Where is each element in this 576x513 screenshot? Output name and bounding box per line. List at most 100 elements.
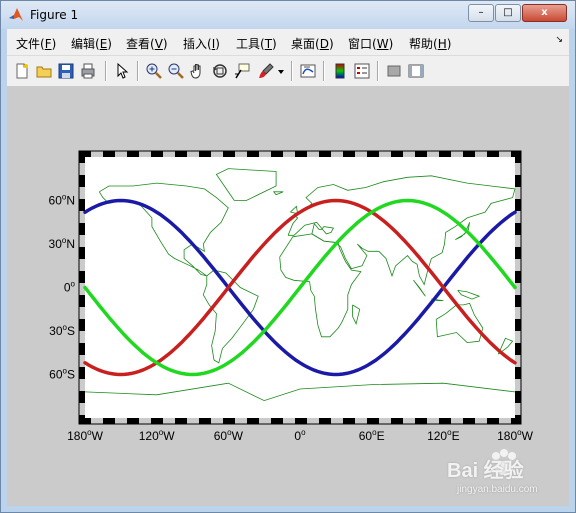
frame-dash [271,418,283,424]
menu-edit[interactable]: 编辑(E) [71,35,112,52]
frame-dash [247,418,259,424]
y-tick-label: 60oS [49,367,75,382]
frame-dash [103,418,115,424]
maximize-button[interactable]: □ [495,4,521,22]
x-tick-label: 180oW [67,428,103,443]
frame-dash [515,247,521,259]
hide-plot-tools-icon[interactable] [385,62,403,80]
frame-dash [79,199,85,211]
frame-dash [199,151,211,157]
toolbar-separator [105,61,107,81]
frame-dash [391,418,403,424]
zoom-out-icon[interactable] [167,62,185,80]
frame-dash [247,151,259,157]
edit-plot-arrow-icon[interactable] [113,62,131,80]
brush-dropdown-icon[interactable] [277,62,285,80]
frame-dash [439,151,451,157]
frame-dash [343,151,355,157]
frame-dash [515,295,521,307]
menu-desktop[interactable]: 桌面(D) [291,35,334,52]
menu-file[interactable]: 文件(F) [16,35,56,52]
pan-hand-icon[interactable] [189,62,207,80]
frame-dash [487,418,499,424]
frame-dash [79,223,85,235]
frame-dash [515,367,521,379]
title-bar[interactable]: Figure 1 – □ x [1,1,575,29]
frame-dash [79,343,85,355]
frame-dash [151,418,163,424]
frame-dash [79,319,85,331]
toolbar-separator [137,61,139,81]
legend-icon[interactable] [353,62,371,80]
frame-dash [487,151,499,157]
x-tick-labels: 180oW 120oW 60oW 0o 60oE 120oE 180oW [67,428,533,443]
frame-dash [271,151,283,157]
toolbar-separator [377,61,379,81]
world-map-plot[interactable]: 180oW 120oW 60oW 0o 60oE 120oE 180oW 60oN 30oN 0… [7,86,569,506]
watermark-url: jingyan.baidu.com [457,484,538,495]
toolbar-separator [291,61,293,81]
menu-insert[interactable]: 插入(I) [183,35,220,52]
frame-dash [127,151,139,157]
frame-dash [79,415,85,424]
frame-dash [79,367,85,379]
y-tick-label: 60oN [49,193,75,208]
figure-canvas: 180oW 120oW 60oW 0o 60oE 120oE 180oW 60oN 30oN 0… [7,86,569,506]
frame-dash [319,151,331,157]
frame-dash [199,418,211,424]
data-cursor-icon[interactable] [233,62,251,80]
frame-dash [79,271,85,283]
frame-dash [79,391,85,403]
zoom-in-icon[interactable] [145,62,163,80]
frame-dash [463,151,475,157]
frame-dash [319,418,331,424]
close-button[interactable]: x [522,4,567,22]
frame-dash [295,151,307,157]
y-tick-label: 0o [64,280,76,295]
colorbar-icon[interactable] [331,62,349,80]
frame-dash [223,151,235,157]
x-tick-label: 0o [294,428,306,443]
frame-dash [515,223,521,235]
menu-window[interactable]: 窗口(W) [348,35,393,52]
frame-dash [463,418,475,424]
frame-dash [175,418,187,424]
link-plot-icon[interactable] [299,62,317,80]
frame-dash [391,151,403,157]
frame-dash [515,319,521,331]
minimize-button[interactable]: – [468,4,494,22]
watermark: Bai 经验 jingyan.baidu.com [447,448,565,502]
frame-dash [79,151,85,163]
frame-dash [343,418,355,424]
menu-tools[interactable]: 工具(T) [236,35,277,52]
frame-dash [127,418,139,424]
figure-toolbar [7,55,569,87]
matlab-logo-icon [9,8,23,21]
new-figure-icon[interactable] [13,62,31,80]
menu-help[interactable]: 帮助(H) [409,35,451,52]
y-tick-label: 30oN [49,236,75,251]
brush-icon[interactable] [257,62,275,80]
watermark-brand: Bai 经验 [447,460,524,482]
frame-dash [515,271,521,283]
frame-dash [515,151,521,163]
y-tick-labels: 60oN 30oN 0o 30oS 60oS [49,193,76,382]
frame-dash [151,151,163,157]
menu-view[interactable]: 查看(V) [126,35,168,52]
print-icon[interactable] [79,62,97,80]
frame-dash [439,418,451,424]
frame-dash [103,151,115,157]
dock-arrow-icon[interactable]: ↘ [555,35,563,45]
rotate-3d-icon[interactable] [211,62,229,80]
frame-dash [415,151,427,157]
save-icon[interactable] [57,62,75,80]
show-plot-tools-icon[interactable] [407,62,425,80]
figure-window: Figure 1 – □ x 文件(F) 编辑(E) 查看(V) 插入(I) 工… [0,0,576,513]
open-file-icon[interactable] [35,62,53,80]
x-tick-label: 180oW [497,428,533,443]
x-tick-label: 60oW [214,428,244,443]
frame-dash [223,418,235,424]
frame-dash [79,175,85,187]
frame-dash [515,415,521,424]
frame-dash [295,418,307,424]
